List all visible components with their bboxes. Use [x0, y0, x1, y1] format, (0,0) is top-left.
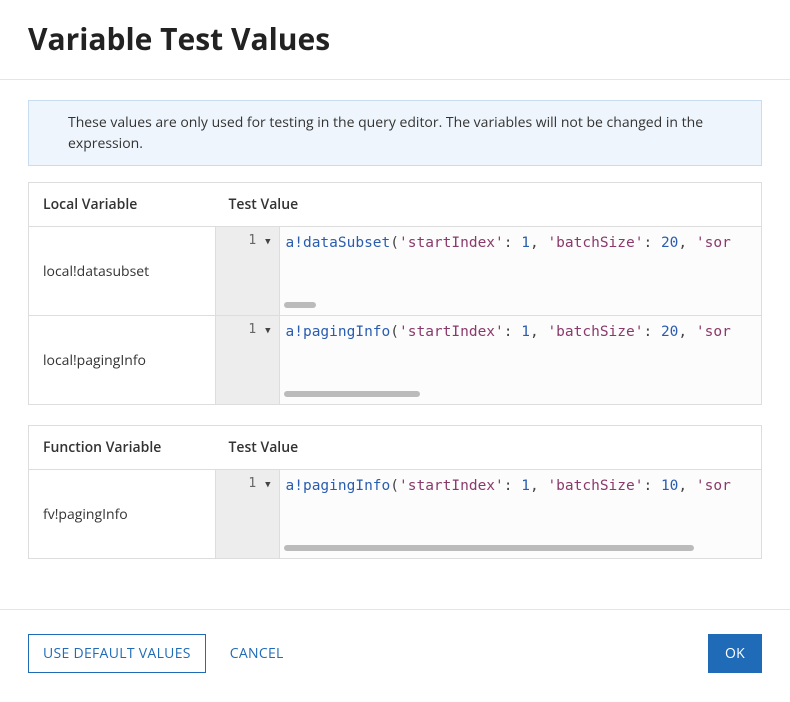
use-default-values-button[interactable]: USE DEFAULT VALUES — [28, 634, 206, 673]
table-row: local!datasubset1 ▼a!dataSubset('startIn… — [29, 227, 762, 316]
variable-name: local!pagingInfo — [29, 316, 215, 405]
table-row: local!pagingInfo1 ▼a!pagingInfo('startIn… — [29, 316, 762, 405]
column-header-test-value: Test Value — [215, 183, 762, 227]
scrollbar-thumb[interactable] — [284, 302, 316, 308]
horizontal-scrollbar[interactable] — [284, 299, 758, 311]
cancel-button[interactable]: CANCEL — [216, 635, 298, 672]
code-gutter: 1 ▼ — [216, 470, 280, 558]
page-title: Variable Test Values — [28, 18, 762, 59]
ok-button[interactable]: OK — [708, 634, 762, 673]
code-editor-cell: 1 ▼a!pagingInfo('startIndex': 1, 'batchS… — [215, 316, 762, 405]
code-gutter: 1 ▼ — [216, 316, 280, 404]
code-content[interactable]: a!pagingInfo('startIndex': 1, 'batchSize… — [280, 316, 762, 388]
horizontal-scrollbar[interactable] — [284, 542, 758, 554]
column-header-test-value: Test Value — [215, 426, 762, 470]
dialog-body: These values are only used for testing i… — [0, 80, 790, 609]
table-row: fv!pagingInfo1 ▼a!pagingInfo('startIndex… — [29, 470, 762, 559]
horizontal-scrollbar[interactable] — [284, 388, 758, 400]
code-editor[interactable]: 1 ▼a!dataSubset('startIndex': 1, 'batchS… — [215, 227, 762, 315]
variable-name: local!datasubset — [29, 227, 215, 316]
variable-name: fv!pagingInfo — [29, 470, 215, 559]
code-editor[interactable]: 1 ▼a!pagingInfo('startIndex': 1, 'batchS… — [215, 316, 762, 404]
code-editor[interactable]: 1 ▼a!pagingInfo('startIndex': 1, 'batchS… — [215, 470, 762, 558]
scrollbar-thumb[interactable] — [284, 545, 694, 551]
info-banner: These values are only used for testing i… — [28, 100, 762, 166]
variable-table: Local VariableTest Valuelocal!datasubset… — [28, 182, 762, 405]
dialog-footer: USE DEFAULT VALUES CANCEL OK — [0, 609, 790, 701]
scrollbar-thumb[interactable] — [284, 391, 420, 397]
dialog-header: Variable Test Values — [0, 0, 790, 80]
code-content[interactable]: a!dataSubset('startIndex': 1, 'batchSize… — [280, 227, 762, 299]
info-icon — [45, 114, 60, 129]
fold-caret-icon[interactable]: ▼ — [265, 480, 270, 490]
fold-caret-icon[interactable]: ▼ — [265, 326, 270, 336]
code-gutter: 1 ▼ — [216, 227, 280, 315]
column-header-variable: Function Variable — [29, 426, 215, 470]
code-editor-cell: 1 ▼a!pagingInfo('startIndex': 1, 'batchS… — [215, 470, 762, 559]
code-content[interactable]: a!pagingInfo('startIndex': 1, 'batchSize… — [280, 470, 762, 542]
variable-test-values-dialog: Variable Test Values These values are on… — [0, 0, 790, 701]
variable-table: Function VariableTest Valuefv!pagingInfo… — [28, 425, 762, 559]
code-editor-cell: 1 ▼a!dataSubset('startIndex': 1, 'batchS… — [215, 227, 762, 316]
column-header-variable: Local Variable — [29, 183, 215, 227]
info-banner-text: These values are only used for testing i… — [68, 112, 745, 154]
fold-caret-icon[interactable]: ▼ — [265, 237, 270, 247]
